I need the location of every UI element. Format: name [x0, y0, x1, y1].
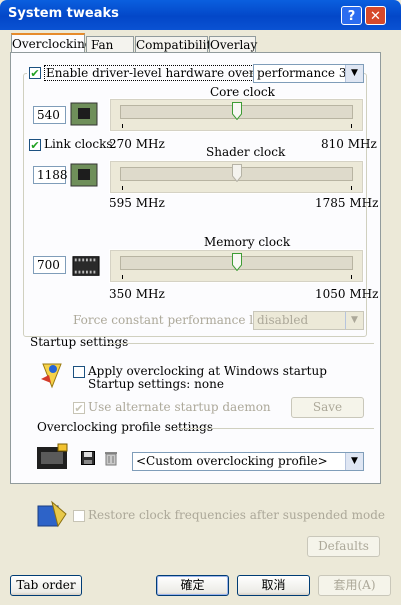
- apply-button: 套用(A): [318, 575, 391, 596]
- chevron-down-icon[interactable]: ▼: [345, 453, 363, 470]
- suspend-icon: [37, 500, 67, 528]
- divider: [108, 343, 374, 344]
- memory-clock-slider[interactable]: [109, 249, 364, 283]
- force-performance-label: Force constant performance level: [73, 313, 278, 327]
- save-button: Save: [291, 397, 364, 418]
- cancel-button[interactable]: 取消: [237, 575, 310, 596]
- memory-clock-thumb[interactable]: [232, 253, 242, 271]
- startup-settings-status: Startup settings: none: [88, 377, 224, 391]
- defaults-button: Defaults: [307, 536, 380, 557]
- tick-mark: [351, 186, 352, 190]
- enable-overclocking-checkbox[interactable]: ✔: [29, 67, 41, 79]
- film-icon: [37, 443, 68, 469]
- help-button[interactable]: ?: [341, 6, 362, 25]
- shader-clock-title: Shader clock: [206, 145, 286, 159]
- mode-select-value: performance 3D: [257, 66, 357, 80]
- profile-settings-heading: Overclocking profile settings: [37, 420, 214, 434]
- core-clock-thumb[interactable]: [232, 102, 242, 120]
- core-clock-title: Core clock: [210, 85, 275, 99]
- apply-at-startup-checkbox[interactable]: [73, 366, 85, 378]
- link-clocks-label[interactable]: Link clocks: [44, 137, 113, 151]
- restore-clocks-label: Restore clock frequencies after suspende…: [88, 508, 386, 522]
- alternate-daemon-checkbox: ✔: [73, 402, 85, 415]
- trash-icon[interactable]: [104, 450, 118, 466]
- tab-compatibility[interactable]: Compatibility: [135, 36, 218, 53]
- link-clocks-checkbox[interactable]: ✔: [29, 139, 41, 151]
- shader-clock-max: 1785 MHz: [315, 196, 379, 210]
- tab-fan[interactable]: Fan: [86, 36, 134, 53]
- window-title: System tweaks: [8, 6, 119, 21]
- core-clock-slider[interactable]: [109, 98, 364, 132]
- alternate-daemon-label: Use alternate startup daemon: [88, 400, 271, 414]
- shader-clock-thumb: [232, 164, 242, 182]
- core-clock-min: 270 MHz: [109, 137, 165, 151]
- tick-mark: [122, 186, 123, 190]
- divider: [176, 428, 374, 429]
- memory-clock-value[interactable]: 700: [33, 256, 66, 274]
- ok-button[interactable]: 確定: [156, 575, 229, 596]
- force-performance-value: disabled: [257, 313, 309, 327]
- chevron-down-icon: ▼: [345, 312, 363, 329]
- restore-clocks-checkbox: [73, 510, 85, 522]
- tab-order-button[interactable]: Tab order: [10, 575, 82, 596]
- force-performance-select: disabled ▼: [253, 311, 364, 330]
- shader-clock-min: 595 MHz: [109, 196, 165, 210]
- chip-icon: [70, 102, 98, 126]
- tab-overclocking[interactable]: Overclocking: [11, 33, 92, 54]
- wizard-icon: [41, 363, 62, 389]
- memory-clock-min: 350 MHz: [109, 287, 165, 301]
- chevron-down-icon[interactable]: ▼: [345, 65, 363, 82]
- startup-settings-heading: Startup settings: [30, 335, 129, 349]
- tab-overlay[interactable]: Overlay: [209, 36, 257, 53]
- tick-mark: [122, 124, 123, 128]
- memory-clock-max: 1050 MHz: [315, 287, 379, 301]
- core-clock-value[interactable]: 540: [33, 106, 66, 124]
- core-clock-max: 810 MHz: [321, 137, 377, 151]
- close-button[interactable]: ✕: [365, 6, 386, 25]
- memory-chip-icon: [72, 256, 100, 276]
- mode-select[interactable]: performance 3D ▼: [253, 64, 364, 83]
- memory-clock-title: Memory clock: [204, 235, 291, 249]
- chip-icon: [70, 163, 98, 187]
- shader-clock-slider: [109, 160, 364, 194]
- save-icon[interactable]: [81, 451, 95, 465]
- profile-select-value: <Custom overclocking profile>: [136, 454, 328, 468]
- apply-at-startup-label[interactable]: Apply overclocking at Windows startup: [88, 364, 327, 378]
- tick-mark: [122, 275, 123, 279]
- tick-mark: [351, 275, 352, 279]
- profile-select[interactable]: <Custom overclocking profile> ▼: [132, 452, 364, 471]
- tick-mark: [351, 124, 352, 128]
- shader-clock-value[interactable]: 1188: [33, 166, 68, 184]
